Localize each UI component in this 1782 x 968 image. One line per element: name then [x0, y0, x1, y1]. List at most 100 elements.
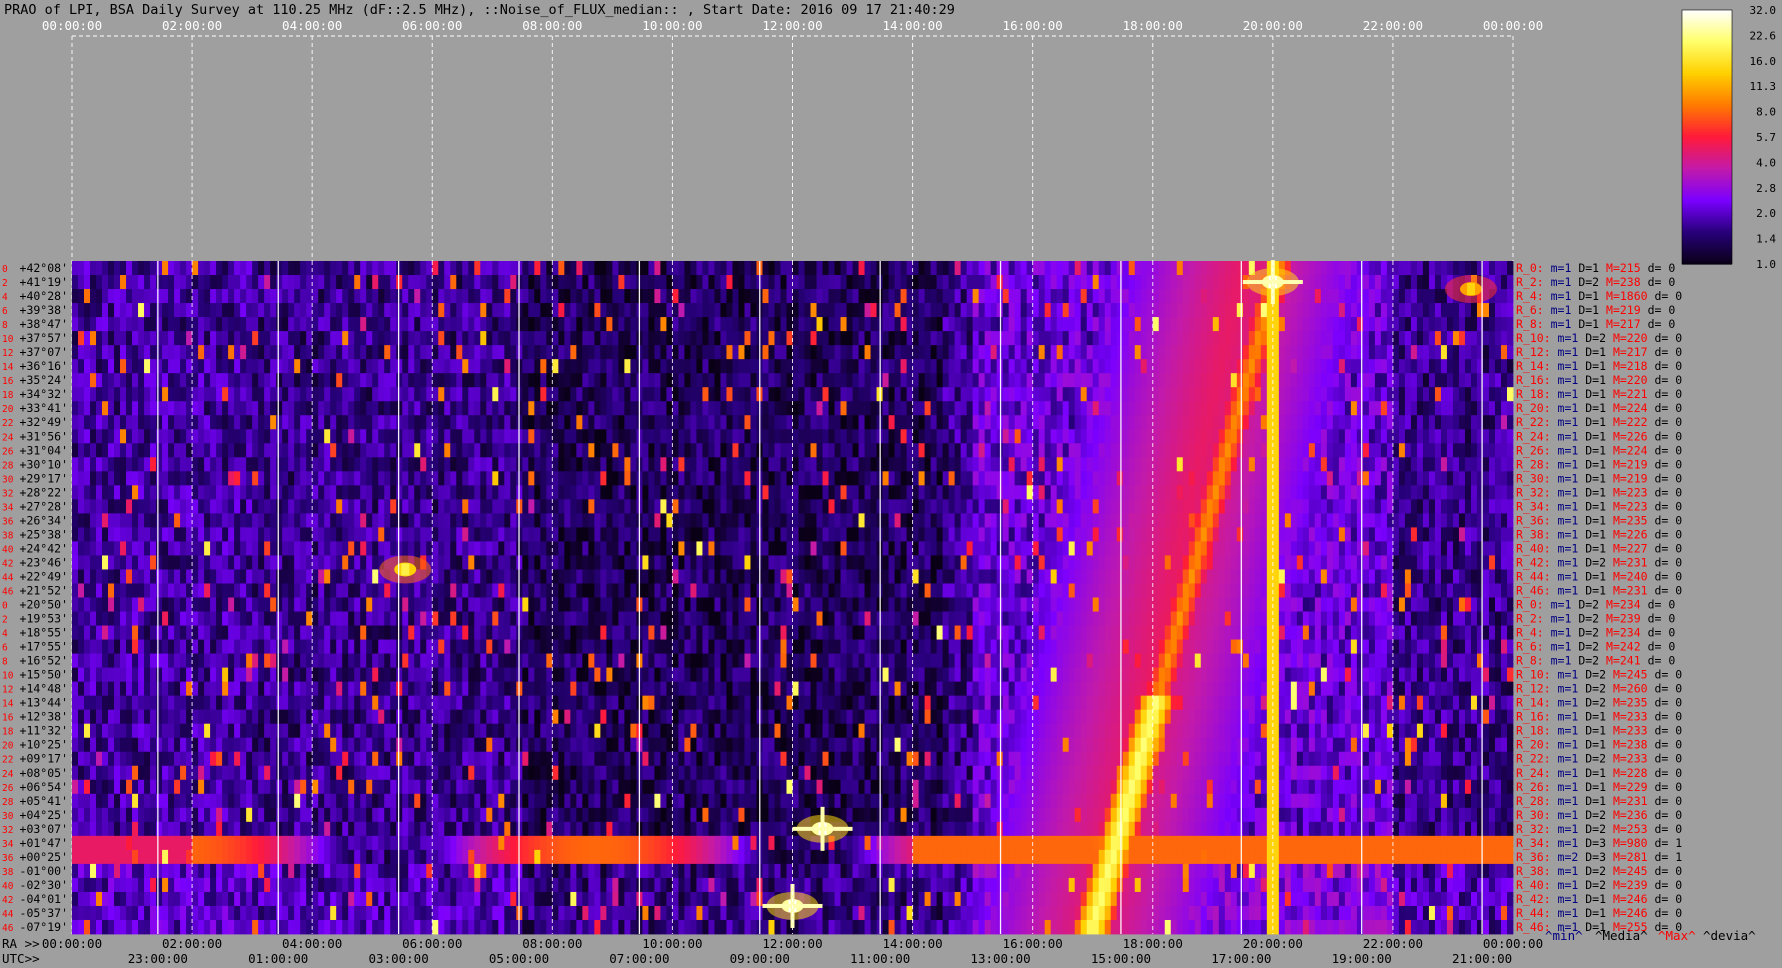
heatmap-cell [540, 471, 547, 486]
heatmap-cell [642, 275, 649, 290]
heatmap-cell [672, 443, 679, 458]
heatmap-cell [1218, 373, 1226, 388]
heatmap-cell [462, 401, 469, 416]
heatmap-cell [210, 401, 217, 416]
heatmap-cell [174, 345, 181, 360]
heatmap-cell [684, 443, 691, 458]
heatmap-cell [1074, 303, 1082, 318]
heatmap-cell [252, 401, 259, 416]
heatmap-cell [558, 401, 565, 416]
heatmap-cell [804, 443, 811, 458]
heatmap-cell [864, 261, 871, 276]
heatmap-cell [342, 485, 349, 500]
heatmap-cell [606, 401, 613, 416]
heatmap-cell [954, 415, 962, 430]
heatmap-cell [402, 345, 409, 360]
heatmap-cell [888, 359, 895, 374]
heatmap-cell [606, 429, 613, 444]
heatmap-cell [828, 303, 835, 318]
heatmap-cell [174, 443, 181, 458]
heatmap-cell [888, 373, 895, 388]
heatmap-cell [1008, 261, 1016, 276]
heatmap-cell [258, 261, 265, 276]
heatmap-cell [810, 415, 817, 430]
heatmap-cell [810, 303, 817, 318]
heatmap-cell [1290, 513, 1298, 528]
heatmap-cell [798, 331, 805, 346]
heatmap-cell [1452, 331, 1460, 346]
heatmap-cell [540, 331, 547, 346]
heatmap-cell [1176, 429, 1184, 444]
heatmap-cell [786, 359, 793, 374]
heatmap-cell [960, 485, 968, 500]
heatmap-cell [1110, 289, 1118, 304]
heatmap-cell [1314, 457, 1322, 472]
heatmap-cell [90, 261, 97, 276]
heatmap-cell [612, 401, 619, 416]
heatmap-cell [1086, 485, 1094, 500]
heatmap-cell [486, 443, 493, 458]
heatmap-cell [1350, 457, 1358, 472]
heatmap-cell [1302, 429, 1310, 444]
heatmap-cell [1038, 513, 1046, 528]
heatmap-cell [594, 499, 601, 514]
heatmap-cell [1128, 429, 1136, 444]
heatmap-cell [192, 345, 199, 360]
heatmap-cell [1002, 471, 1010, 486]
heatmap-cell [246, 373, 253, 388]
heatmap-cell [108, 541, 115, 556]
heatmap-cell [642, 373, 649, 388]
heatmap-cell [594, 457, 601, 472]
heatmap-cell [966, 485, 974, 500]
heatmap-cell [1164, 457, 1172, 472]
heatmap-cell [420, 513, 427, 528]
heatmap-cell [540, 359, 547, 374]
heatmap-cell [558, 457, 565, 472]
heatmap-cell [288, 275, 295, 290]
heatmap-cell [408, 387, 415, 402]
heatmap-cell [1224, 471, 1232, 486]
heatmap-cell [276, 317, 283, 332]
heatmap-cell [558, 513, 565, 528]
heatmap-cell [1134, 443, 1142, 458]
heatmap-cell [684, 289, 691, 304]
heatmap-cell [282, 457, 289, 472]
heatmap-cell [336, 499, 343, 514]
heatmap-cell [588, 415, 595, 430]
heatmap-cell [1416, 485, 1424, 500]
heatmap-cell [414, 345, 421, 360]
heatmap-cell [1134, 387, 1142, 402]
heatmap-cell [468, 485, 475, 500]
heatmap-cell [834, 429, 841, 444]
heatmap-cell [972, 415, 980, 430]
heatmap-cell [1410, 317, 1418, 332]
heatmap-cell [318, 527, 325, 542]
heatmap-cell [444, 345, 451, 360]
heatmap-cell [210, 541, 217, 556]
heatmap-cell [1044, 275, 1052, 290]
heatmap-cell [786, 289, 793, 304]
heatmap-cell [420, 415, 427, 430]
heatmap-cell [222, 513, 229, 528]
heatmap-cell [1062, 345, 1070, 360]
heatmap-cell [318, 485, 325, 500]
heatmap-cell [798, 527, 805, 542]
heatmap-cell [378, 275, 385, 290]
heatmap-cell [1080, 527, 1088, 542]
heatmap-cell [414, 359, 421, 374]
heatmap-cell [690, 457, 697, 472]
heatmap-cell [792, 317, 799, 332]
heatmap-cell [1392, 527, 1400, 542]
heatmap-cell [498, 443, 505, 458]
heatmap-cell [1002, 527, 1010, 542]
heatmap-cell [210, 471, 217, 486]
heatmap-cell [1242, 415, 1250, 430]
heatmap-cell [774, 275, 781, 290]
heatmap-cell [690, 443, 697, 458]
heatmap-cell [1050, 275, 1058, 290]
heatmap-cell [900, 289, 907, 304]
heatmap-cell [1338, 303, 1346, 318]
heatmap-cell [798, 485, 805, 500]
heatmap-cell [132, 261, 139, 276]
heatmap-cell [1242, 303, 1250, 318]
